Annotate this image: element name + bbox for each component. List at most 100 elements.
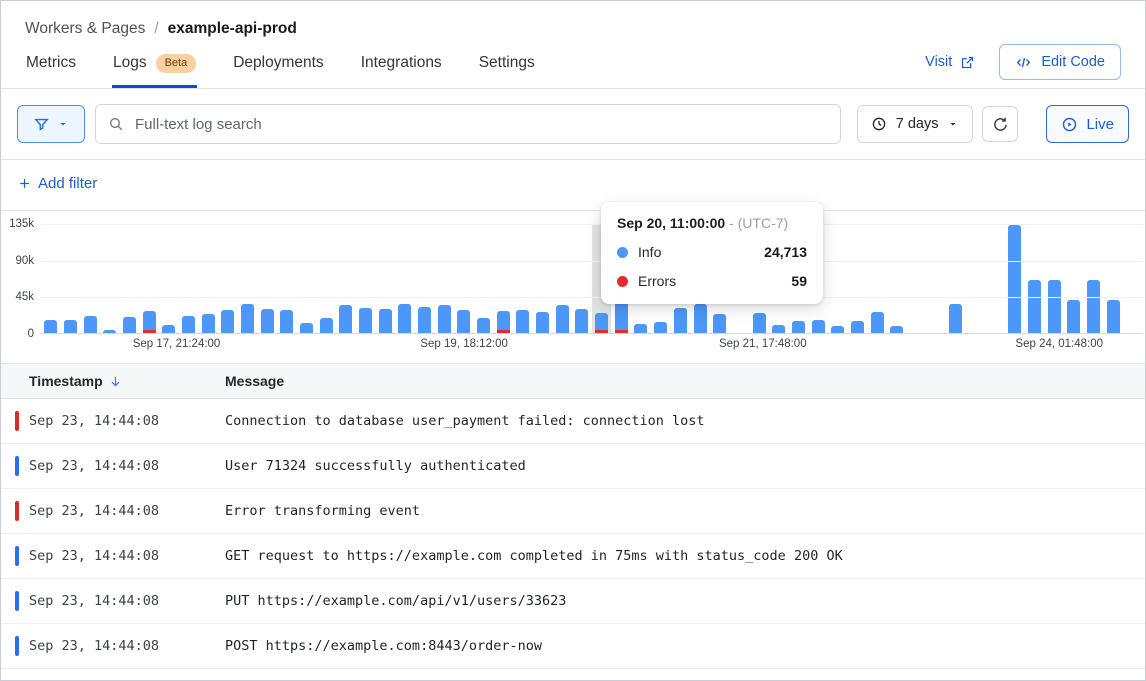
refresh-button[interactable] <box>982 106 1018 142</box>
chart-bar[interactable] <box>1123 224 1143 333</box>
tab-deployments[interactable]: Deployments <box>232 41 324 88</box>
column-label: Message <box>225 373 284 389</box>
chart-bar[interactable] <box>552 224 572 333</box>
chart-bar[interactable] <box>139 224 159 333</box>
chart-bar[interactable] <box>179 224 199 333</box>
chart-bar[interactable] <box>1103 224 1123 333</box>
edit-code-button[interactable]: Edit Code <box>999 44 1121 80</box>
log-row[interactable]: Sep 23, 14:44:08 PUT https://example.com… <box>1 579 1145 624</box>
chart-bar[interactable] <box>277 224 297 333</box>
breadcrumb-current: example-api-prod <box>168 20 297 38</box>
column-header-timestamp[interactable]: Timestamp <box>1 373 225 389</box>
chart-bar[interactable] <box>513 224 533 333</box>
time-range-value: 7 days <box>896 116 939 132</box>
chart-bar[interactable] <box>966 224 986 333</box>
search-icon <box>108 116 124 132</box>
tab-logs[interactable]: Logs Beta <box>112 41 197 88</box>
chart-bar[interactable] <box>120 224 140 333</box>
chart-bar[interactable] <box>867 224 887 333</box>
chart-bar[interactable] <box>907 224 927 333</box>
chart-bar[interactable] <box>1084 224 1104 333</box>
filter-toolbar: 7 days Live <box>1 89 1145 160</box>
tooltip-timezone: (UTC-7) <box>738 215 789 231</box>
log-table-header: Timestamp Message <box>1 363 1145 399</box>
chart-bar[interactable] <box>336 224 356 333</box>
add-filter-button[interactable]: Add filter <box>18 175 97 192</box>
chart-bar[interactable] <box>887 224 907 333</box>
play-circle-icon <box>1061 116 1078 133</box>
tooltip-series-value: 59 <box>791 273 807 289</box>
log-row[interactable]: Sep 23, 14:44:08 Error transforming even… <box>1 489 1145 534</box>
chart-bar[interactable] <box>198 224 218 333</box>
chart-bar[interactable] <box>1025 224 1045 333</box>
workers-logs-page: Workers & Pages / example-api-prod Metri… <box>0 0 1146 681</box>
tab-label: Logs <box>113 54 147 72</box>
tab-metrics[interactable]: Metrics <box>25 41 77 88</box>
log-row[interactable]: Sep 23, 14:44:08 Connection to database … <box>1 399 1145 444</box>
log-timestamp: Sep 23, 14:44:08 <box>1 458 225 474</box>
log-search-input[interactable] <box>133 115 828 134</box>
log-row[interactable]: Sep 23, 14:44:08 User 71324 successfully… <box>1 444 1145 489</box>
chart-bar[interactable] <box>61 224 81 333</box>
chart-bar[interactable] <box>1064 224 1084 333</box>
severity-indicator <box>15 456 19 476</box>
log-row[interactable]: Sep 23, 14:44:08 GET request to https://… <box>1 534 1145 579</box>
chart-bar[interactable] <box>926 224 946 333</box>
chart-bar[interactable] <box>474 224 494 333</box>
chart-bar[interactable] <box>946 224 966 333</box>
add-filter-label: Add filter <box>38 175 97 192</box>
chart-bar[interactable] <box>80 224 100 333</box>
log-row[interactable]: Sep 23, 14:44:08 POST https://example.co… <box>1 624 1145 669</box>
chart-bar[interactable] <box>218 224 238 333</box>
y-tick-label: 0 <box>1 328 34 340</box>
chart-bar[interactable] <box>1044 224 1064 333</box>
tooltip-series-row: Info 24,713 <box>617 244 807 260</box>
tooltip-series-row: Errors 59 <box>617 273 807 289</box>
time-range-dropdown[interactable]: 7 days <box>857 105 974 143</box>
chart-bars <box>41 224 1143 333</box>
chart-bar[interactable] <box>257 224 277 333</box>
tooltip-series-label: Info <box>638 244 661 260</box>
sort-desc-icon[interactable] <box>108 374 123 389</box>
chart-bar[interactable] <box>415 224 435 333</box>
chart-bar[interactable] <box>493 224 513 333</box>
gridline <box>41 261 1143 262</box>
tab-integrations[interactable]: Integrations <box>360 41 443 88</box>
bar-error-segment <box>615 330 628 333</box>
chart-bar[interactable] <box>572 224 592 333</box>
chart-bar[interactable] <box>159 224 179 333</box>
bar-error-segment <box>143 330 156 333</box>
page-header: Workers & Pages / example-api-prod <box>1 1 1145 38</box>
chart-bar[interactable] <box>533 224 553 333</box>
tooltip-title: Sep 20, 11:00:00 - (UTC-7) <box>617 215 807 231</box>
filter-menu-button[interactable] <box>17 105 85 143</box>
chart-bar[interactable] <box>454 224 474 333</box>
chart-bar[interactable] <box>434 224 454 333</box>
chart-bar[interactable] <box>100 224 120 333</box>
chart-bar[interactable] <box>356 224 376 333</box>
log-message: POST https://example.com:8443/order-now <box>225 638 1145 654</box>
x-tick-label: Sep 17, 21:24:00 <box>133 338 221 350</box>
breadcrumb-section[interactable]: Workers & Pages <box>25 20 145 38</box>
tab-label: Settings <box>479 54 535 72</box>
chart-bar[interactable] <box>985 224 1005 333</box>
column-label: Timestamp <box>29 373 103 389</box>
chart-bar[interactable] <box>316 224 336 333</box>
refresh-icon <box>992 116 1009 133</box>
column-header-message[interactable]: Message <box>225 373 1145 389</box>
chart-bar[interactable] <box>1005 224 1025 333</box>
chart-bar[interactable] <box>238 224 258 333</box>
chart-bar[interactable] <box>41 224 61 333</box>
log-timestamp: Sep 23, 14:44:08 <box>1 503 225 519</box>
live-button[interactable]: Live <box>1046 105 1129 143</box>
chart-bar[interactable] <box>297 224 317 333</box>
bar-error-segment <box>497 330 510 333</box>
visit-link[interactable]: Visit <box>925 54 975 70</box>
chart-bar[interactable] <box>375 224 395 333</box>
chart-bar[interactable] <box>395 224 415 333</box>
chart-bar[interactable] <box>848 224 868 333</box>
funnel-icon <box>33 116 50 133</box>
tab-settings[interactable]: Settings <box>478 41 536 88</box>
chart-bar[interactable] <box>828 224 848 333</box>
gridline <box>41 224 1143 225</box>
